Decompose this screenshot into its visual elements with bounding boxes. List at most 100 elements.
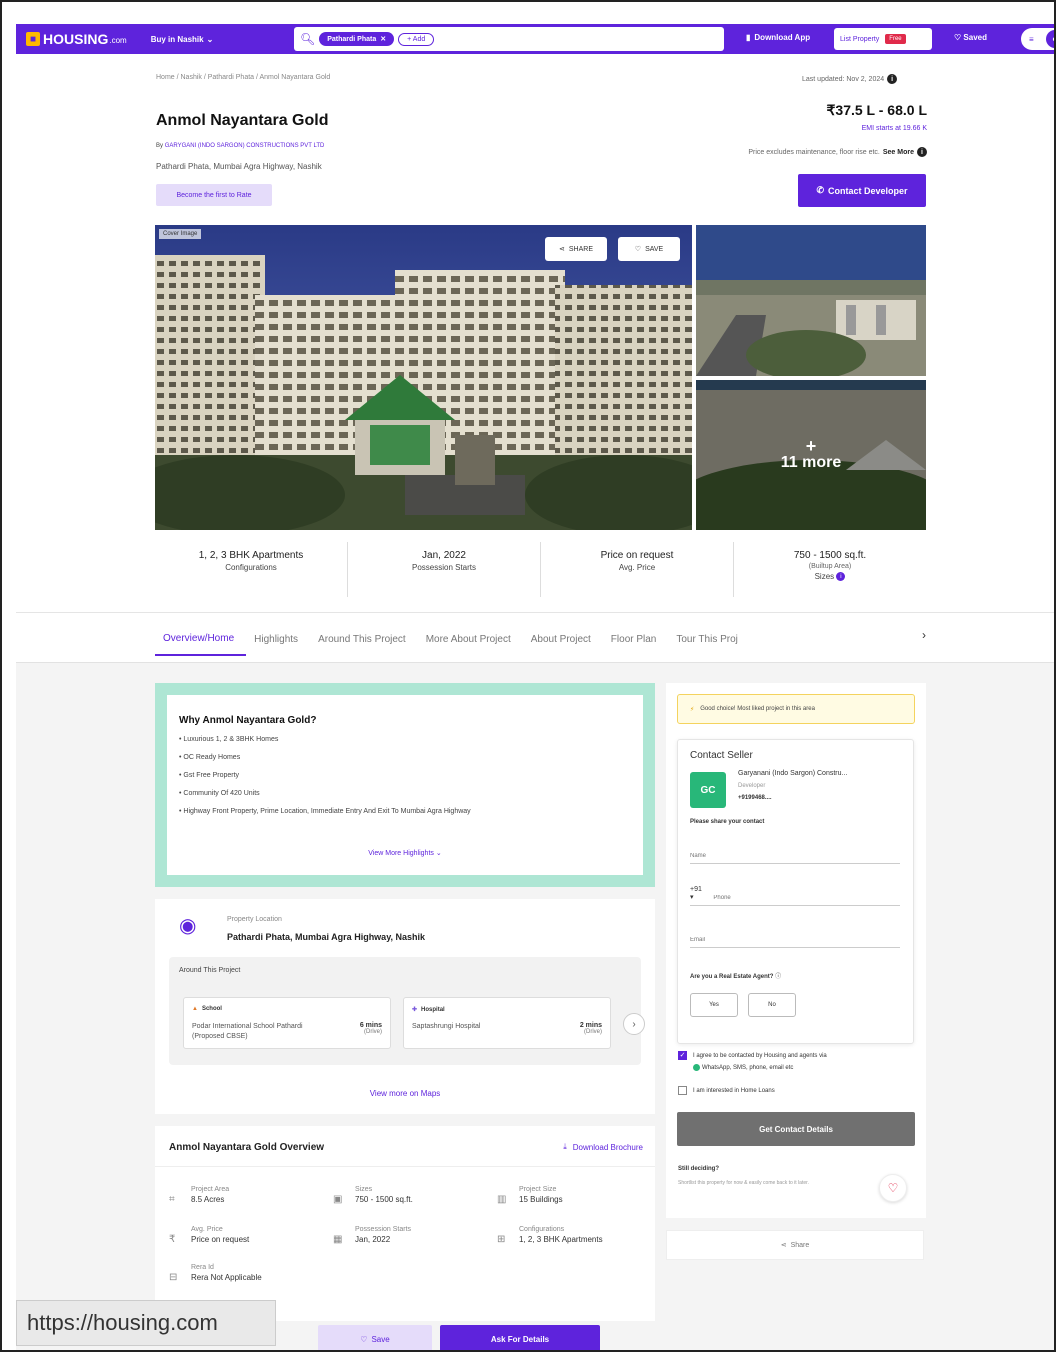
- project-address: Pathardi Phata, Mumbai Agra Highway, Nas…: [156, 162, 322, 171]
- chevron-right-icon[interactable]: ›: [623, 1013, 645, 1035]
- seller-name: Garyanani (Indo Sargon) Constru...: [738, 770, 848, 777]
- phone-icon: ✆: [816, 185, 824, 195]
- share-button[interactable]: ⋖ SHARE: [545, 237, 607, 261]
- breadcrumb[interactable]: Home / Nashik / Pathardi Phata / Anmol N…: [156, 74, 330, 81]
- contact-developer-button[interactable]: ✆ Contact Developer: [798, 174, 926, 207]
- list-property-button[interactable]: List Property Free: [834, 28, 932, 50]
- search-bar[interactable]: 🔍︎ Pathardi Phata ✕ + Add: [294, 27, 724, 51]
- gallery-main-image[interactable]: Cover Image ⋖ SHARE ♡ SAVE: [155, 225, 692, 530]
- stat-label: Avg. Price: [618, 563, 656, 572]
- name-field[interactable]: [690, 844, 900, 864]
- location-label: Property Location: [227, 916, 282, 923]
- housing-logo[interactable]: ■ HOUSING .com: [26, 31, 127, 47]
- bolt-icon: ⚡︎: [690, 706, 695, 713]
- info-icon[interactable]: ⓘ: [775, 974, 781, 980]
- gallery-thumb-more[interactable]: + 11 more: [696, 380, 926, 530]
- school-icon: ▲: [192, 1006, 198, 1012]
- stat-label: Configurations: [225, 563, 277, 572]
- key-stats-row: 1, 2, 3 BHK Apartments Configurations Ja…: [155, 542, 926, 597]
- hospital-icon: ✚: [412, 1007, 418, 1013]
- contact-seller-form: Contact Seller GC Garyanani (Indo Sargon…: [677, 739, 914, 1044]
- developer-link[interactable]: GARYGANI (INDO SARGON) CONSTRUCTIONS PVT…: [165, 143, 325, 149]
- overview-item-configurations: ⊞ Configurations 1, 2, 3 BHK Apartments: [497, 1226, 647, 1245]
- poi-name: Saptashrungi Hospital: [412, 1023, 481, 1030]
- stat-label: Possession Starts: [411, 563, 477, 572]
- overview-item-sizes: ▣ Sizes 750 - 1500 sq.ft.: [333, 1186, 483, 1205]
- tab-more-about-project[interactable]: More About Project: [418, 628, 523, 655]
- info-icon[interactable]: i: [836, 572, 846, 582]
- agent-yes-button[interactable]: Yes: [690, 993, 738, 1017]
- overview-item-project-size: ▥ Project Size 15 Buildings: [497, 1186, 647, 1205]
- phone-field[interactable]: +91 ▾: [690, 886, 900, 906]
- consent-label: I agree to be contacted by Housing and a…: [693, 1053, 827, 1059]
- profile-menu[interactable]: ≡ ●: [1021, 28, 1054, 50]
- agent-no-button[interactable]: No: [748, 993, 796, 1017]
- sidebar-share-label: Share: [790, 1241, 810, 1249]
- more-photos-count: 11 more: [780, 454, 842, 471]
- overview-value: 750 - 1500 sq.ft.: [355, 1195, 413, 1204]
- stat-label-text: Sizes: [814, 572, 835, 581]
- country-code-select[interactable]: +91 ▾: [690, 886, 705, 901]
- view-more-highlights-link[interactable]: View More Highlights ⌄: [167, 849, 643, 857]
- list-item: Luxurious 1, 2 & 3BHK Homes: [179, 736, 631, 743]
- bottom-save-label: Save: [371, 1334, 390, 1344]
- close-icon[interactable]: ✕: [380, 35, 386, 43]
- consent-checkbox[interactable]: ✓: [678, 1051, 687, 1060]
- phone-input[interactable]: [713, 895, 900, 901]
- shortlist-heart-button[interactable]: ♡: [879, 1174, 907, 1202]
- more-photos-overlay[interactable]: + 11 more: [696, 380, 926, 530]
- tab-around-project[interactable]: Around This Project: [310, 628, 418, 655]
- add-location-button[interactable]: + Add: [398, 32, 435, 46]
- info-icon[interactable]: i: [887, 74, 898, 84]
- logo-text: HOUSING: [43, 31, 109, 47]
- poi-category: ✚ Hospital: [412, 1006, 602, 1014]
- home-loan-checkbox[interactable]: [678, 1086, 687, 1095]
- divider: [155, 1166, 655, 1167]
- name-input[interactable]: [690, 853, 900, 859]
- poi-time-value: 2 mins: [579, 1022, 602, 1029]
- rate-project-button[interactable]: Become the first to Rate: [156, 184, 272, 206]
- save-button[interactable]: ♡ SAVE: [618, 237, 680, 261]
- download-app-button[interactable]: ▮ Download App: [746, 33, 810, 42]
- chevron-right-icon[interactable]: ›: [918, 628, 926, 642]
- gallery-thumb-aerial[interactable]: [696, 225, 926, 376]
- share-label: SHARE: [568, 245, 593, 253]
- phone-icon: ▮: [746, 33, 751, 42]
- tab-highlights[interactable]: Highlights: [246, 628, 310, 655]
- overview-label: Sizes: [355, 1186, 373, 1193]
- sidebar-share-button[interactable]: ⋖ Share: [666, 1230, 924, 1260]
- download-brochure-link[interactable]: ⤓ Download Brochure: [563, 1142, 643, 1152]
- info-icon[interactable]: i: [917, 147, 927, 157]
- ask-details-button[interactable]: Ask For Details: [440, 1325, 600, 1350]
- home-loan-checkbox-row[interactable]: I am interested in Home Loans: [678, 1085, 918, 1097]
- bottom-save-button[interactable]: ♡ Save: [318, 1325, 432, 1350]
- get-contact-details-button[interactable]: Get Contact Details: [677, 1112, 915, 1146]
- tab-about-project[interactable]: About Project: [523, 628, 603, 655]
- email-input[interactable]: [690, 937, 900, 943]
- list-property-label: List Property: [840, 35, 880, 43]
- tab-overview[interactable]: Overview/Home: [155, 627, 247, 656]
- developer-line: By GARYGANI (INDO SARGON) CONSTRUCTIONS …: [156, 143, 324, 149]
- good-choice-text: Good choice! Most liked project in this …: [700, 706, 815, 712]
- email-field[interactable]: [690, 928, 900, 948]
- overview-label: Project Size: [519, 1186, 557, 1193]
- tab-floor-plan[interactable]: Floor Plan: [603, 628, 669, 655]
- poi-card-hospital[interactable]: ✚ Hospital Saptashrungi Hospital 2 mins …: [403, 997, 611, 1049]
- country-code: +91: [690, 886, 702, 893]
- tab-tour-project[interactable]: Tour This Proj: [668, 628, 750, 655]
- view-maps-link[interactable]: View more on Maps: [155, 1089, 655, 1098]
- stat-avg-price: Price on request Avg. Price: [541, 542, 734, 597]
- see-more-link[interactable]: See More: [883, 149, 914, 156]
- seller-avatar: GC: [690, 772, 726, 808]
- buy-city-dropdown[interactable]: Buy in Nashik ⌄: [151, 35, 214, 44]
- saved-button[interactable]: ♡ Saved: [954, 33, 987, 42]
- around-title: Around This Project: [179, 967, 241, 974]
- poi-card-school[interactable]: ▲ School Podar International School Path…: [183, 997, 391, 1049]
- aerial-photo: [696, 225, 926, 376]
- search-location-chip[interactable]: Pathardi Phata ✕: [319, 32, 395, 46]
- whatsapp-icon: [693, 1063, 700, 1071]
- agent-question: Are you a Real Estate Agent? ⓘ: [690, 971, 781, 980]
- top-nav-bar: ■ HOUSING .com Buy in Nashik ⌄ 🔍︎ Pathar…: [16, 24, 1054, 54]
- emi-link[interactable]: EMI starts at 19.66 K: [792, 125, 927, 132]
- consent-checkbox-row[interactable]: ✓ I agree to be contacted by Housing and…: [678, 1050, 918, 1074]
